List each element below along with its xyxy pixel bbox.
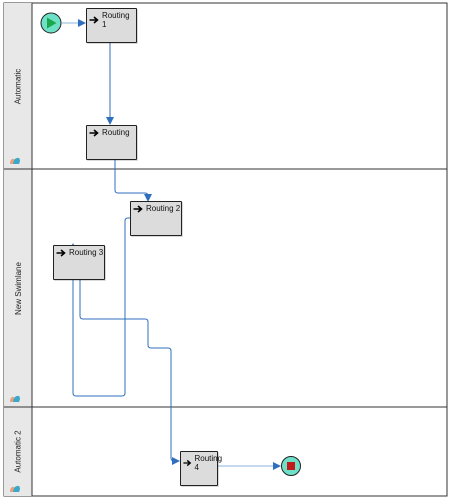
task-routing[interactable]: Routing (86, 125, 137, 160)
participant-icon (10, 395, 20, 402)
task-label: Routing (102, 128, 130, 137)
task-label: Routing 1 (101, 11, 130, 29)
stop-icon (287, 462, 295, 470)
lane-label-automatic: Automatic (13, 68, 23, 104)
arrow-right-icon (56, 248, 66, 257)
participant-icon (10, 157, 20, 164)
task-routing-4[interactable]: Routing 4 (180, 451, 222, 486)
arrow-right-icon (89, 16, 99, 24)
task-routing-3[interactable]: Routing 3 (53, 245, 105, 280)
task-routing-2[interactable]: Routing 2 (130, 201, 182, 236)
lane-automatic[interactable]: Automatic (4, 3, 32, 169)
arrow-right-icon (89, 128, 99, 137)
task-label: Routing 4 (194, 454, 223, 472)
end-event[interactable] (281, 456, 301, 476)
lane-label-automatic-2: Automatic 2 (13, 430, 23, 473)
lane-label-new-swimlane: New Swimlane (13, 261, 23, 315)
task-routing-1[interactable]: Routing 1 (86, 8, 137, 43)
arrow-right-icon (183, 459, 192, 467)
arrow-right-icon (133, 204, 143, 213)
participant-icon (10, 485, 20, 492)
task-label: Routing 3 (69, 248, 104, 257)
lane-new-swimlane[interactable]: New Swimlane (4, 169, 32, 407)
task-label: Routing 2 (146, 204, 181, 213)
start-event[interactable] (40, 12, 62, 34)
